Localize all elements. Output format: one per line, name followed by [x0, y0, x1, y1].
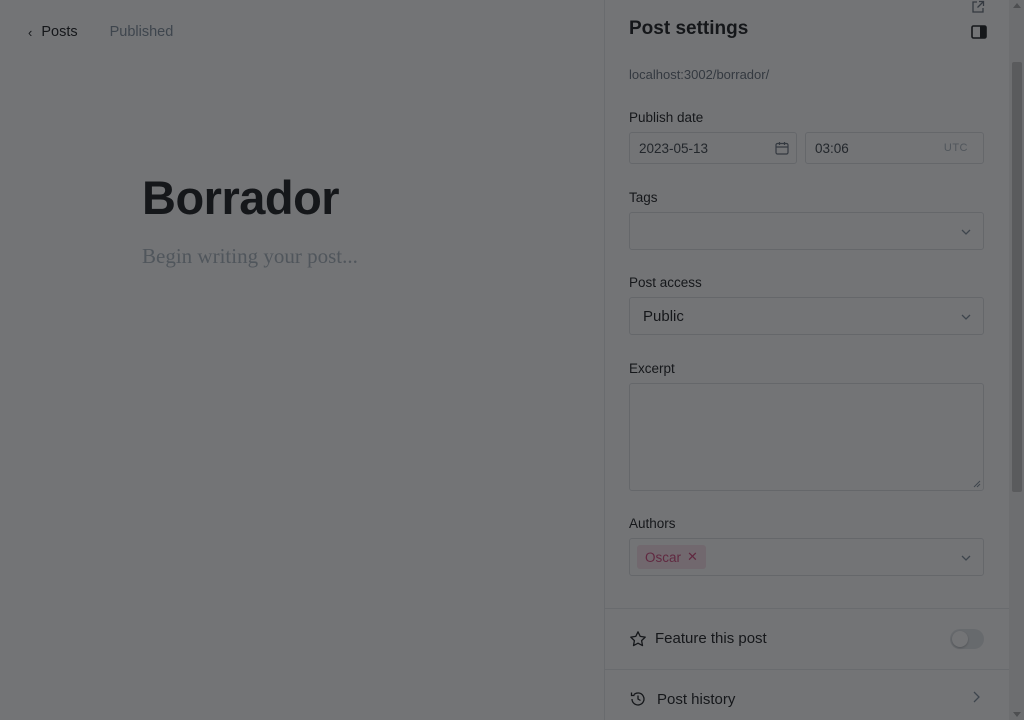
chevron-down-icon — [961, 229, 971, 235]
back-link-label: Posts — [41, 24, 78, 40]
post-status: Published — [109, 24, 174, 40]
post-body-editor[interactable]: Begin writing your post... — [142, 244, 358, 269]
feature-post-label: Feature this post — [655, 630, 767, 647]
author-name: Oscar — [645, 549, 682, 565]
post-title[interactable]: Borrador — [142, 170, 340, 225]
editor-topbar: ‹ Posts Published — [28, 22, 173, 42]
tags-select[interactable] — [629, 212, 984, 250]
panel-scrollbar[interactable] — [1009, 0, 1024, 720]
chevron-down-icon — [961, 314, 971, 320]
scroll-up-arrow-icon[interactable] — [1013, 3, 1021, 8]
excerpt-textarea[interactable] — [629, 383, 984, 491]
star-icon — [630, 631, 646, 647]
post-access-value: Public — [643, 307, 684, 325]
feature-post-toggle[interactable] — [950, 629, 984, 649]
chevron-left-icon: ‹ — [28, 24, 33, 40]
publish-date-value: 2023-05-13 — [639, 140, 709, 156]
editor-area: ‹ Posts Published Borrador Begin writing… — [0, 0, 604, 720]
resize-grip-icon[interactable] — [972, 479, 981, 488]
post-access-select[interactable]: Public — [629, 297, 984, 335]
authors-select[interactable]: Oscar ✕ — [629, 538, 984, 576]
post-history-label[interactable]: Post history — [657, 691, 735, 708]
scrollbar-thumb[interactable] — [1012, 62, 1022, 492]
divider — [605, 608, 1009, 609]
excerpt-label: Excerpt — [629, 361, 675, 376]
post-access-label: Post access — [629, 275, 702, 290]
authors-label: Authors — [629, 516, 676, 531]
divider — [605, 669, 1009, 670]
publish-time-input[interactable]: 03:06 UTC — [805, 132, 984, 164]
timezone-label: UTC — [943, 142, 968, 154]
external-link-icon[interactable] — [971, 0, 985, 14]
publish-date-label: Publish date — [629, 110, 704, 125]
scroll-down-arrow-icon[interactable] — [1013, 712, 1021, 717]
back-to-posts-link[interactable]: ‹ Posts — [28, 24, 78, 40]
author-chip[interactable]: Oscar ✕ — [637, 545, 706, 569]
publish-date-input[interactable]: 2023-05-13 — [629, 132, 797, 164]
sidebar-toggle-icon[interactable] — [971, 25, 987, 39]
post-url-preview[interactable]: localhost:3002/borrador/ — [629, 67, 769, 82]
panel-title: Post settings — [629, 18, 749, 39]
toggle-knob — [952, 631, 968, 647]
chevron-right-icon[interactable] — [971, 690, 981, 704]
tags-label: Tags — [629, 190, 658, 205]
chevron-down-icon — [961, 555, 971, 561]
publish-time-value: 03:06 — [815, 140, 849, 156]
post-settings-panel: Post settings localhost:3002/borrador/ P… — [604, 0, 1024, 720]
history-icon — [630, 692, 645, 706]
close-icon[interactable]: ✕ — [687, 549, 698, 565]
calendar-icon[interactable] — [775, 141, 789, 155]
